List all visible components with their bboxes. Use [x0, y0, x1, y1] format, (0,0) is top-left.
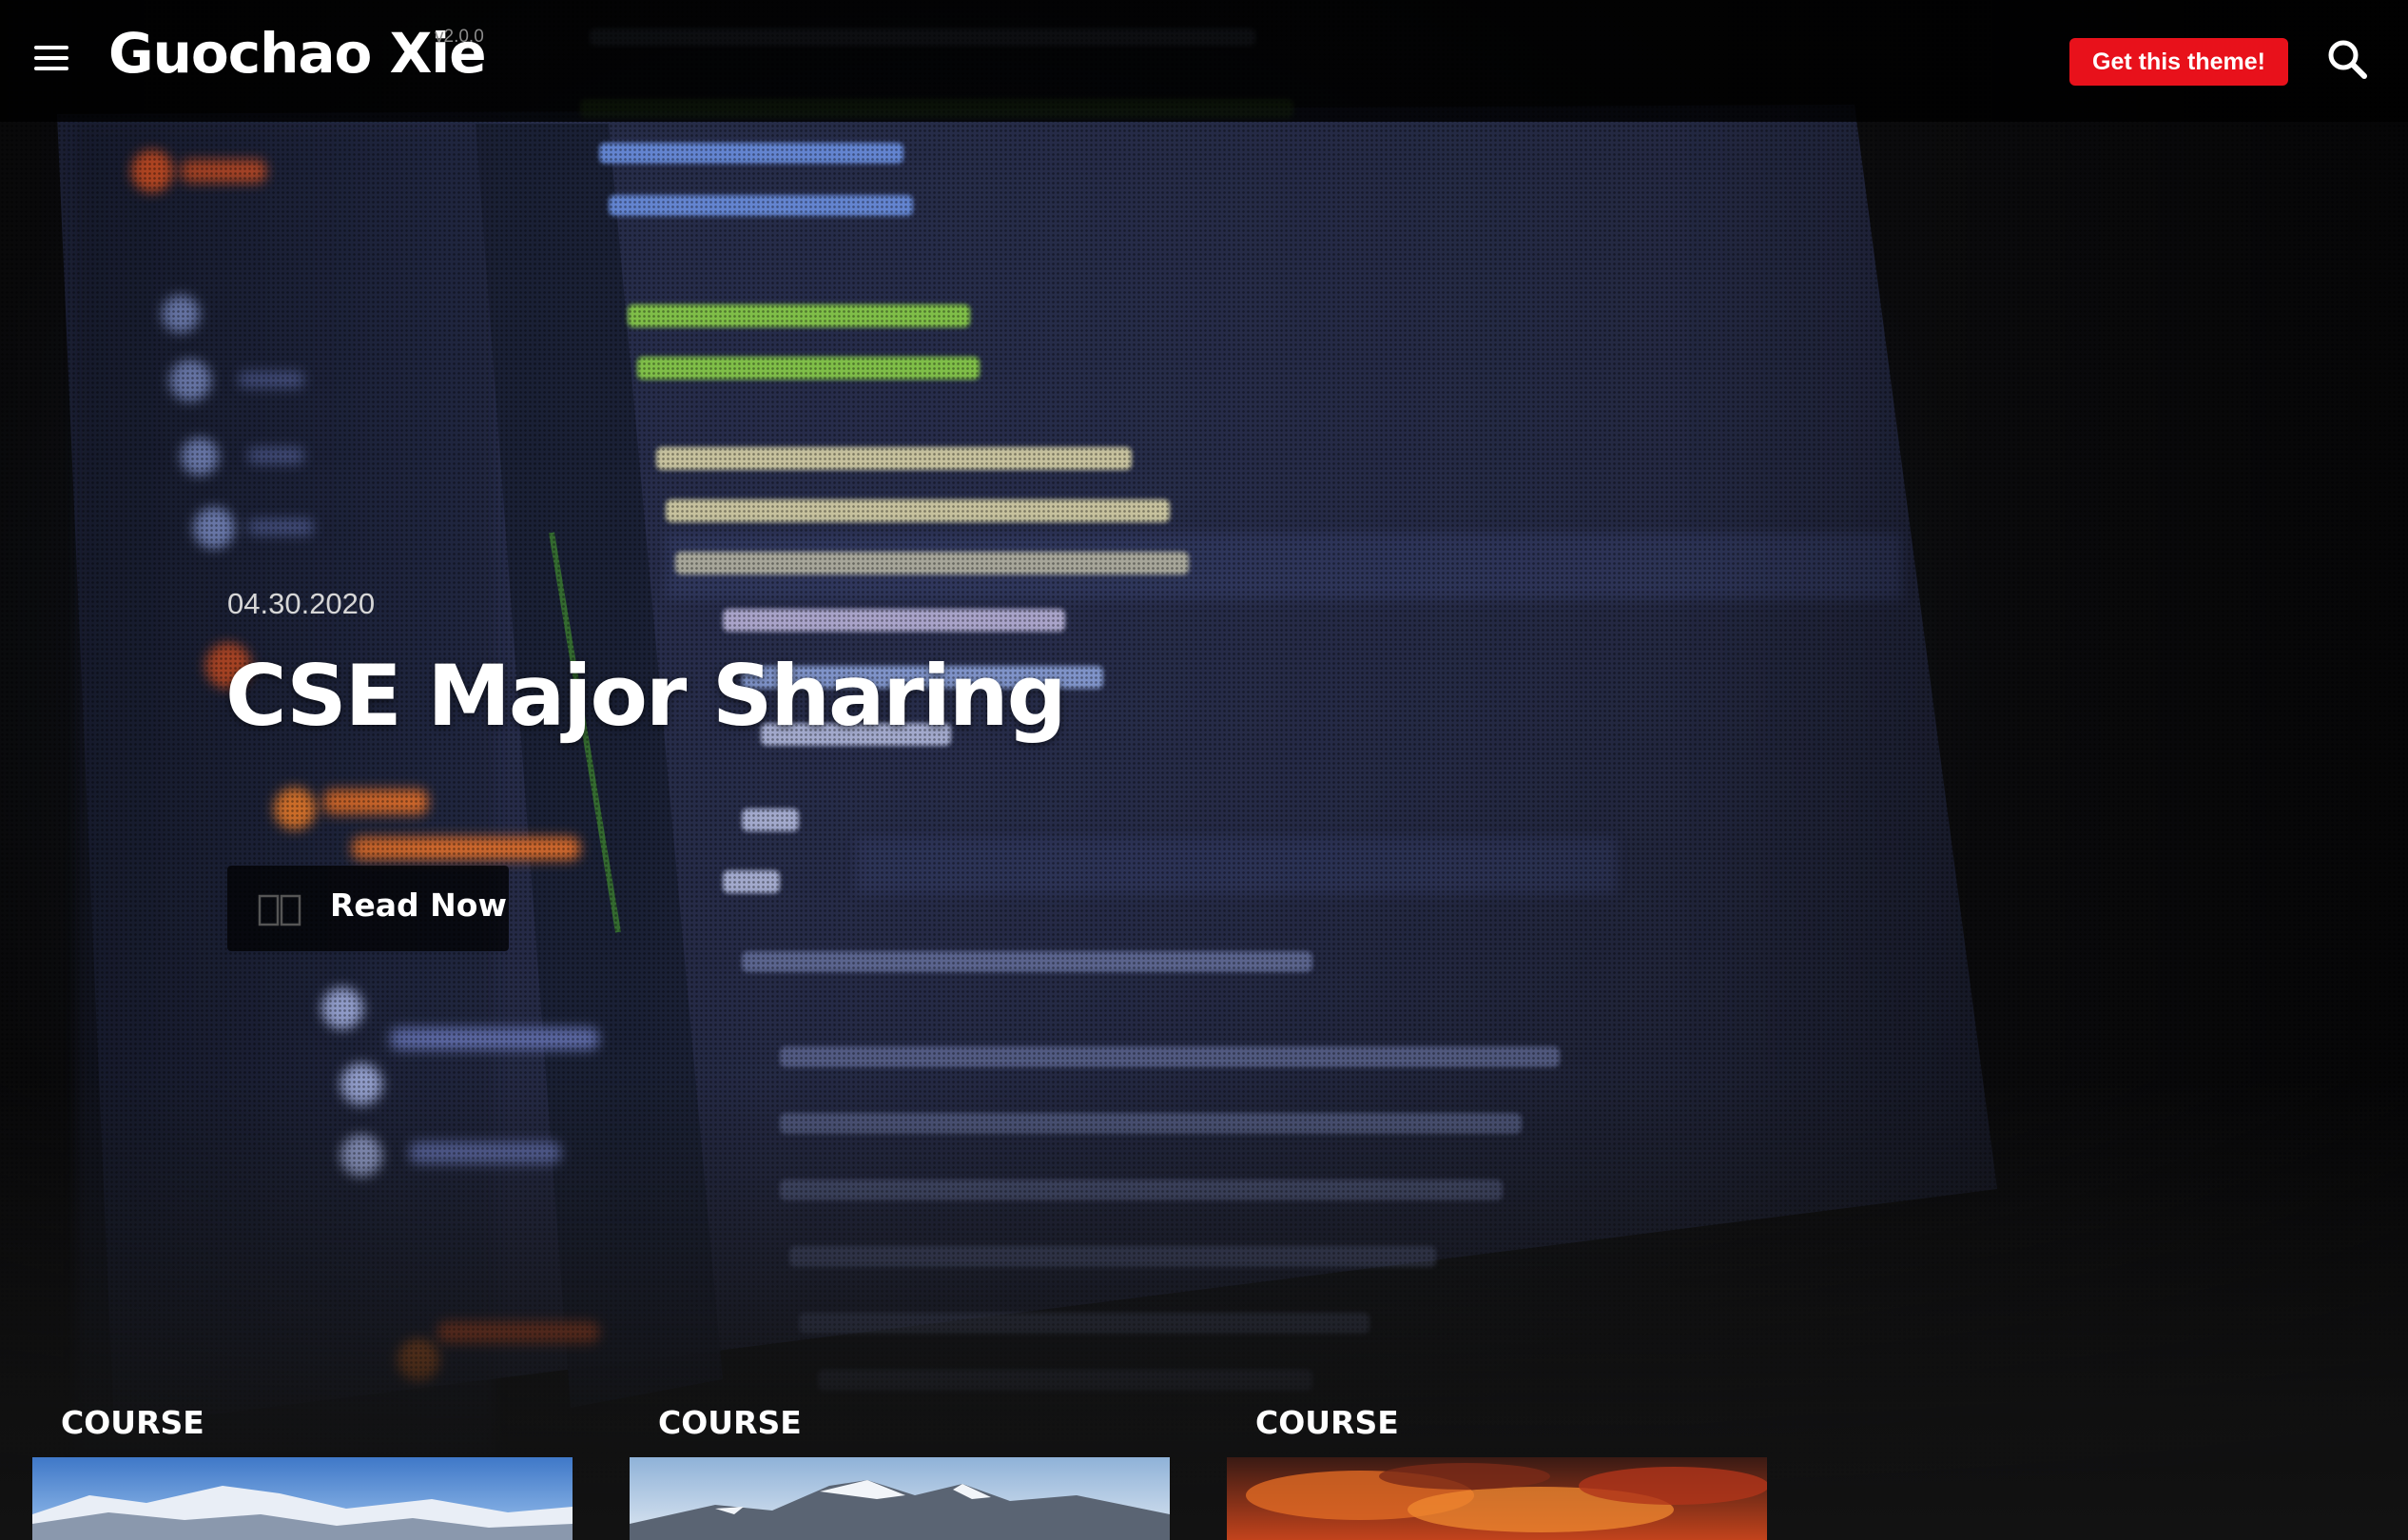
sunset-fire-clouds-photo[interactable] — [1227, 1457, 1767, 1540]
search-icon[interactable] — [2326, 38, 2368, 80]
card-category-label: COURSE — [61, 1404, 204, 1441]
read-now-button[interactable]: Read Now — [227, 866, 509, 951]
course-card[interactable]: COURSE — [630, 1398, 1170, 1540]
site-title[interactable]: Guochao Xie — [108, 21, 487, 86]
card-category-label: COURSE — [1255, 1404, 1399, 1441]
course-card[interactable]: COURSE — [1227, 1398, 1767, 1540]
mountain-peaks-photo[interactable] — [630, 1457, 1170, 1540]
open-book-icon — [258, 894, 301, 926]
snowy-mountain-photo[interactable] — [32, 1457, 573, 1540]
version-label: v2.0.0 — [435, 27, 484, 47]
get-theme-button[interactable]: Get this theme! — [2069, 38, 2288, 86]
hero-vignette — [0, 0, 2408, 1540]
course-card[interactable]: COURSE — [32, 1398, 573, 1540]
read-now-label: Read Now — [330, 887, 507, 924]
hamburger-menu-icon[interactable] — [34, 44, 68, 72]
card-category-label: COURSE — [658, 1404, 802, 1441]
top-navigation-bar: Guochao Xie v2.0.0 Get this theme! — [0, 0, 2408, 122]
post-date: 04.30.2020 — [227, 587, 376, 620]
hero-background — [0, 0, 2408, 1540]
post-title[interactable]: CSE Major Sharing — [225, 647, 1067, 745]
